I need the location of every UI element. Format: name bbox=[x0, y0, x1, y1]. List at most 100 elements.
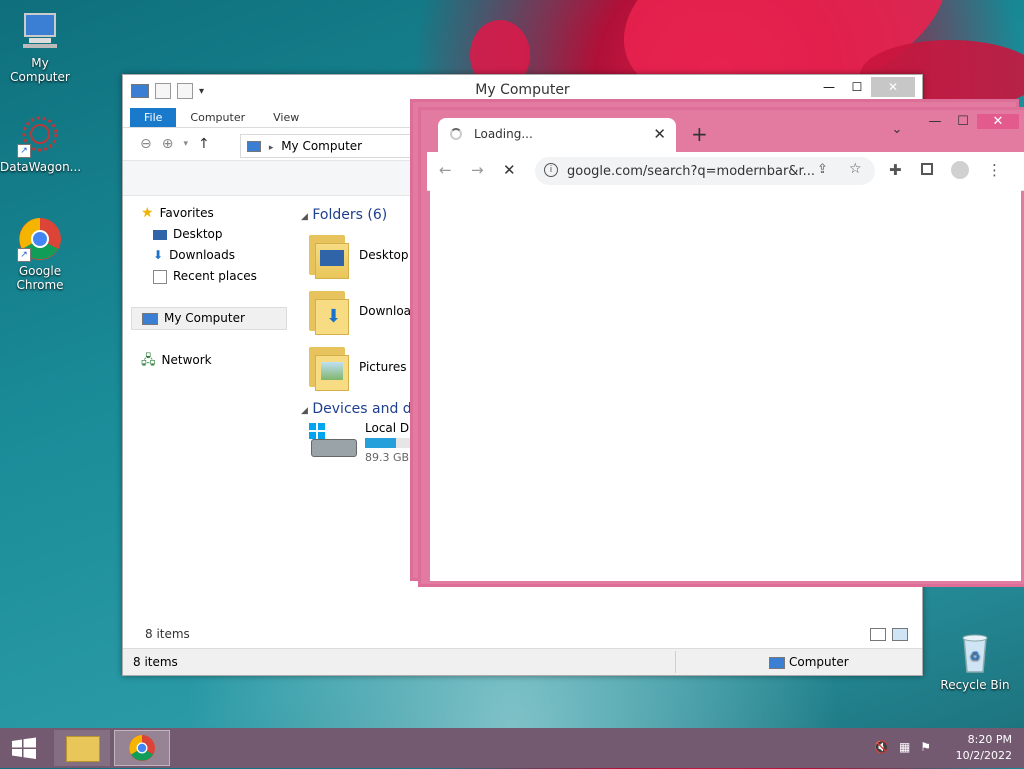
recent-places-icon bbox=[153, 269, 167, 284]
volume-muted-icon[interactable]: 🔇 bbox=[874, 740, 889, 754]
nav-network[interactable]: 🖧 Network bbox=[131, 350, 287, 371]
desktop-icon-label: My Computer bbox=[10, 56, 70, 84]
loading-spinner-icon bbox=[450, 128, 462, 140]
status-divider bbox=[675, 651, 676, 673]
share-icon[interactable]: ⇪ bbox=[817, 162, 828, 177]
datawagon-icon: ↗ bbox=[17, 112, 63, 158]
status-bar: 8 items Computer bbox=[123, 648, 922, 675]
browser-tab[interactable]: Loading... ✕ bbox=[438, 118, 676, 152]
close-button[interactable]: ✕ bbox=[977, 114, 1019, 129]
menu-kebab-icon[interactable]: ⋮ bbox=[987, 161, 1002, 179]
page-content[interactable] bbox=[430, 190, 1021, 581]
star-icon: ★ bbox=[141, 205, 154, 221]
stop-loading-icon[interactable]: ✕ bbox=[503, 161, 516, 179]
tab-search-button[interactable]: ⌄ bbox=[883, 122, 911, 137]
maximize-button[interactable]: ☐ bbox=[843, 77, 871, 97]
browser-toolbar: ← → ✕ i google.com/search?q=modernbar&r.… bbox=[427, 152, 1024, 191]
tab-strip[interactable]: Loading... ✕ + ⌄ — ☐ ✕ bbox=[421, 110, 1024, 152]
computer-icon bbox=[17, 8, 63, 54]
start-button[interactable] bbox=[0, 730, 48, 766]
bookmark-star-icon[interactable]: ☆ bbox=[849, 161, 862, 177]
close-tab-icon[interactable]: ✕ bbox=[653, 125, 666, 143]
taskbar-file-explorer[interactable] bbox=[54, 730, 110, 766]
taskbar: 🔇 ▦ ⚑ 8:20 PM 10/2/2022 bbox=[0, 728, 1024, 768]
hard-drive-icon bbox=[309, 421, 357, 461]
clock-time: 8:20 PM bbox=[967, 733, 1012, 746]
network-icon[interactable]: ▦ bbox=[899, 740, 910, 754]
nav-label: Recent places bbox=[173, 269, 257, 283]
new-tab-button[interactable]: + bbox=[691, 122, 708, 146]
action-center-flag-icon[interactable]: ⚑ bbox=[920, 740, 931, 754]
desktop-icon-recycle-bin[interactable]: ♻ Recycle Bin bbox=[935, 630, 1015, 692]
desktop-icon-label: DataWagon... bbox=[0, 160, 82, 174]
back-button[interactable]: ⊖ bbox=[140, 136, 152, 152]
large-icons-view-icon[interactable] bbox=[892, 628, 908, 641]
nav-my-computer[interactable]: My Computer bbox=[131, 307, 287, 330]
nav-label: Downloads bbox=[169, 248, 235, 262]
desktop-icon-datawagon[interactable]: ↗ DataWagon... bbox=[0, 112, 82, 174]
site-info-icon[interactable]: i bbox=[544, 163, 558, 177]
tab-title: Loading... bbox=[474, 127, 533, 141]
minimize-button[interactable]: — bbox=[815, 77, 843, 97]
nav-desktop[interactable]: Desktop bbox=[131, 224, 287, 245]
recycle-bin-icon: ♻ bbox=[952, 630, 998, 676]
url-text: google.com/search?q=modernbar&r... bbox=[567, 164, 815, 179]
up-button[interactable]: ↑ bbox=[198, 136, 210, 152]
nav-label: My Computer bbox=[164, 311, 245, 325]
collapse-icon: ◢ bbox=[301, 212, 308, 222]
navigation-pane: ★ Favorites Desktop ⬇ Downloads Recent p… bbox=[131, 203, 287, 371]
maximize-button[interactable]: ☐ bbox=[949, 114, 977, 129]
nav-downloads[interactable]: ⬇ Downloads bbox=[131, 245, 287, 266]
desktop-folder-icon bbox=[309, 233, 349, 279]
downloads-icon: ⬇ bbox=[153, 248, 164, 262]
desktop-icon bbox=[153, 229, 167, 240]
clock-date: 10/2/2022 bbox=[955, 749, 1012, 762]
view-toggles bbox=[870, 628, 908, 641]
close-button[interactable]: ✕ bbox=[871, 77, 915, 97]
recent-dropdown[interactable]: ▾ bbox=[183, 139, 188, 149]
tab-file[interactable]: File bbox=[130, 108, 177, 127]
windows-logo-icon bbox=[12, 737, 36, 759]
breadcrumb: My Computer bbox=[281, 139, 363, 153]
tray-icons: 🔇 ▦ ⚑ bbox=[874, 740, 931, 754]
nav-recent-places[interactable]: Recent places bbox=[131, 266, 287, 287]
group-label: Devices and dr bbox=[312, 401, 418, 417]
folder-label: Pictures bbox=[359, 360, 407, 374]
system-clock[interactable]: 8:20 PM 10/2/2022 bbox=[956, 732, 1012, 764]
forward-arrow-icon[interactable]: → bbox=[471, 161, 484, 179]
nav-label: Favorites bbox=[159, 206, 214, 220]
side-panel-icon[interactable] bbox=[921, 163, 933, 175]
item-count: 8 items bbox=[145, 627, 190, 641]
omnibox[interactable]: i google.com/search?q=modernbar&r... ⇪ ☆ bbox=[535, 157, 875, 185]
back-arrow-icon[interactable]: ← bbox=[439, 161, 452, 179]
desktop-icon-google-chrome[interactable]: ↗ Google Chrome bbox=[0, 216, 80, 292]
tab-view[interactable]: View bbox=[259, 108, 313, 127]
folder-label: Downloa bbox=[359, 304, 412, 318]
chrome-window: Loading... ✕ + ⌄ — ☐ ✕ ← → ✕ i google.co… bbox=[418, 107, 1024, 587]
nav-label: Network bbox=[161, 353, 212, 367]
taskbar-chrome[interactable] bbox=[114, 730, 170, 766]
profile-icon[interactable] bbox=[951, 161, 969, 179]
tab-computer[interactable]: Computer bbox=[176, 108, 259, 127]
extensions-icon[interactable]: ✚ bbox=[889, 161, 902, 179]
desktop-icon-my-computer[interactable]: My Computer bbox=[0, 8, 80, 84]
computer-small-icon bbox=[247, 141, 261, 152]
status-location: Computer bbox=[789, 655, 849, 669]
forward-button[interactable]: ⊕ bbox=[162, 136, 174, 152]
collapse-icon: ◢ bbox=[301, 406, 308, 416]
details-view-icon[interactable] bbox=[870, 628, 886, 641]
window-title: My Computer bbox=[475, 82, 570, 98]
downloads-folder-icon: ⬇ bbox=[309, 289, 349, 335]
drive-usage-fill bbox=[365, 438, 396, 448]
group-label: Folders (6) bbox=[312, 207, 388, 223]
desktop-icon-label: Recycle Bin bbox=[940, 678, 1010, 692]
nav-label: Desktop bbox=[173, 227, 223, 241]
chrome-icon: ↗ bbox=[17, 216, 63, 262]
nav-favorites[interactable]: ★ Favorites bbox=[131, 203, 287, 224]
chrome-icon bbox=[129, 735, 155, 761]
minimize-button[interactable]: — bbox=[921, 114, 949, 129]
nav-buttons: ⊖ ⊕ ▾ ↑ bbox=[140, 136, 210, 152]
computer-small-icon bbox=[769, 657, 785, 669]
pictures-folder-icon bbox=[309, 345, 349, 391]
status-item-count: 8 items bbox=[133, 655, 178, 669]
